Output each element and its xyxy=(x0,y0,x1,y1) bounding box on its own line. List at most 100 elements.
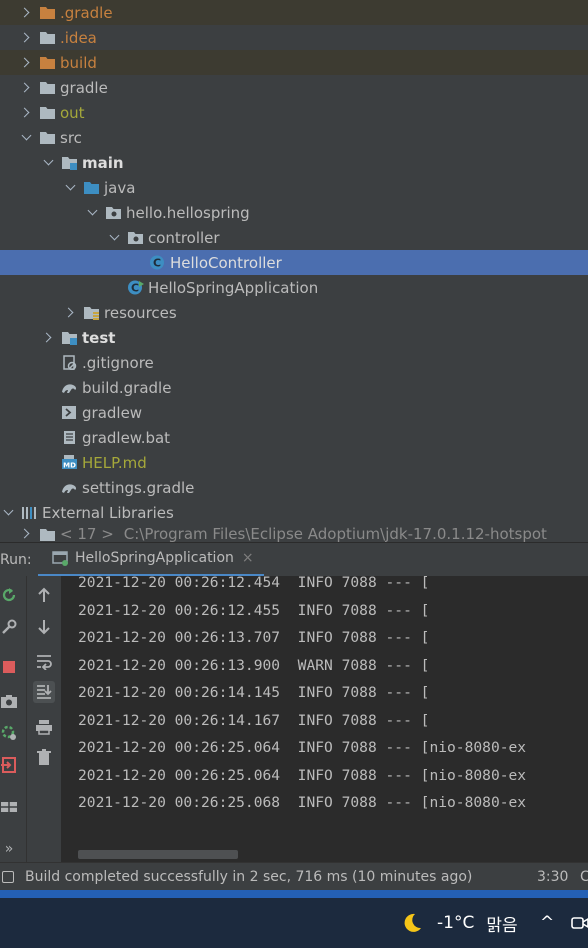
tree-item-test[interactable]: test xyxy=(0,325,588,350)
weather-widget[interactable]: -1°C 맑음 xyxy=(400,898,518,948)
tree-item-gradlew[interactable]: gradlew xyxy=(0,400,588,425)
tree-item-label: out xyxy=(60,103,85,122)
chevron-down-icon[interactable] xyxy=(18,130,34,146)
tree-item-build-gradle[interactable]: build.gradle xyxy=(0,375,588,400)
java-main-class-icon: C xyxy=(127,280,144,295)
soft-wrap-icon[interactable] xyxy=(33,650,55,672)
tree-item-resources[interactable]: resources xyxy=(0,300,588,325)
folder-icon xyxy=(39,30,56,45)
up-arrow-icon[interactable] xyxy=(33,584,55,606)
chevron-right-icon[interactable] xyxy=(18,105,34,121)
run-toolbar-primary: » xyxy=(0,576,27,862)
tree-item-hellospringapplication[interactable]: C HelloSpringApplication xyxy=(0,275,588,300)
tree-item-gradle[interactable]: gradle xyxy=(0,75,588,100)
svg-text:MD: MD xyxy=(63,462,76,470)
tree-item-label: main xyxy=(82,153,124,172)
run-tool-window-header: Run: HelloSpringApplication × xyxy=(0,542,588,577)
tree-item-build[interactable]: build xyxy=(0,50,588,75)
chevron-down-icon[interactable] xyxy=(106,230,122,246)
tree-item-label: .gitignore xyxy=(82,353,154,372)
svg-text:C: C xyxy=(131,282,139,295)
shell-script-icon xyxy=(61,405,78,420)
run-tab-hellospringapplication[interactable]: HelloSpringApplication × xyxy=(38,543,264,577)
resources-folder-icon xyxy=(83,305,100,320)
tree-item-label: build.gradle xyxy=(82,378,172,397)
tree-item-controller[interactable]: controller xyxy=(0,225,588,250)
chevron-right-icon[interactable] xyxy=(18,526,34,542)
tree-item-out[interactable]: out xyxy=(0,100,588,125)
tray-chevron[interactable]: ^ xyxy=(540,898,554,948)
chevron-right-icon[interactable] xyxy=(18,30,34,46)
log-line: 2021-12-20 00:26:14.167 INFO 7088 --- [ xyxy=(78,711,430,729)
chevron-right-icon[interactable] xyxy=(40,330,56,346)
tree-item-src[interactable]: src xyxy=(0,125,588,150)
tree-item-gradle[interactable]: .gradle xyxy=(0,0,588,25)
tree-item-settings-gradle[interactable]: settings.gradle xyxy=(0,475,588,500)
down-arrow-icon[interactable] xyxy=(33,616,55,638)
log-line: 2021-12-20 00:26:14.145 INFO 7088 --- [ xyxy=(78,684,430,701)
wrench-icon[interactable] xyxy=(0,616,20,638)
exit-icon[interactable] xyxy=(0,754,20,776)
tree-item-gitignore[interactable]: .gitignore xyxy=(0,350,588,375)
tree-item-label: src xyxy=(60,128,82,147)
settings-icon[interactable] xyxy=(0,722,20,744)
trash-icon[interactable] xyxy=(33,746,55,768)
package-icon xyxy=(127,230,144,245)
run-tab-title: HelloSpringApplication xyxy=(75,550,234,566)
run-toolbar-secondary xyxy=(27,576,62,862)
run-label: Run: xyxy=(0,551,32,568)
moon-icon xyxy=(400,911,424,935)
chevron-down-icon[interactable] xyxy=(62,180,78,196)
tree-item-label: settings.gradle xyxy=(82,478,195,497)
folder-icon xyxy=(39,80,56,95)
status-extra[interactable]: C xyxy=(580,869,588,885)
tree-item-hellocontroller[interactable]: C HelloController xyxy=(0,250,588,275)
tree-item-idea[interactable]: .idea xyxy=(0,25,588,50)
tree-item-help-md[interactable]: MD HELP.md xyxy=(0,450,588,475)
tree-item-17[interactable]: < 17 > C:\Program Files\Eclipse Adoptium\… xyxy=(0,526,588,542)
rerun-icon[interactable] xyxy=(0,584,20,606)
log-line: 2021-12-20 00:26:12.454 INFO 7088 --- [ xyxy=(78,576,430,591)
gitignore-icon xyxy=(61,355,78,370)
excluded-folder-icon xyxy=(39,55,56,70)
tree-item-label: HelloController xyxy=(170,253,282,272)
caret-position[interactable]: 3:30 xyxy=(537,869,568,885)
tree-item-label: hello.hellospring xyxy=(126,203,250,222)
tree-item-gradlew-bat[interactable]: gradlew.bat xyxy=(0,425,588,450)
tree-item-label: HelloSpringApplication xyxy=(148,278,319,297)
more-icon[interactable]: » xyxy=(0,838,20,860)
tree-item-label: controller xyxy=(148,228,220,247)
chevron-right-icon[interactable] xyxy=(18,80,34,96)
chevron-down-icon[interactable] xyxy=(84,205,100,221)
camera-icon[interactable] xyxy=(0,690,20,712)
chevron-right-icon[interactable] xyxy=(18,5,34,21)
status-message[interactable]: Build completed successfully in 2 sec, 7… xyxy=(25,869,472,885)
tree-item-external-libraries[interactable]: External Libraries xyxy=(0,500,588,525)
tree-item-hello-hellospring[interactable]: hello.hellospring xyxy=(0,200,588,225)
print-icon[interactable] xyxy=(33,716,55,738)
chevron-right-icon[interactable] xyxy=(18,55,34,71)
weather-condition: 맑음 xyxy=(486,915,518,936)
chevron-down-icon[interactable] xyxy=(0,505,16,521)
chevron-down-icon[interactable] xyxy=(40,155,56,171)
scroll-to-end-icon[interactable] xyxy=(33,681,55,703)
meet-now-icon[interactable] xyxy=(570,898,588,948)
tree-item-main[interactable]: main xyxy=(0,150,588,175)
event-log-icon[interactable] xyxy=(2,870,14,883)
source-folder-icon xyxy=(83,180,100,195)
log-line: 2021-12-20 00:26:25.068 INFO 7088 --- [n… xyxy=(78,794,527,811)
tree-item-java[interactable]: java xyxy=(0,175,588,200)
stop-icon[interactable] xyxy=(0,656,20,678)
close-icon[interactable]: × xyxy=(242,550,254,566)
horizontal-scrollbar[interactable] xyxy=(78,850,238,859)
tree-item-label: < 17 > xyxy=(60,526,114,542)
console-output[interactable]: 2021-12-20 00:26:12.454 INFO 7088 --- [ 2… xyxy=(62,576,588,862)
layout-icon[interactable] xyxy=(0,796,20,818)
chevron-right-icon[interactable] xyxy=(62,305,78,321)
